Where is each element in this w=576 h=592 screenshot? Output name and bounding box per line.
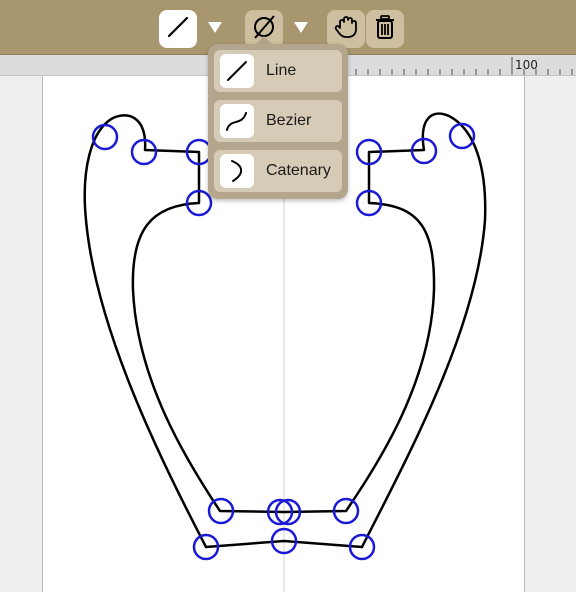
menu-item-label: Bezier bbox=[266, 112, 312, 129]
ruler-label: 100 bbox=[515, 58, 538, 72]
delete-tool-button[interactable] bbox=[366, 10, 404, 48]
chevron-down-icon[interactable] bbox=[294, 22, 308, 33]
line-icon bbox=[165, 14, 191, 45]
line-icon bbox=[220, 54, 254, 88]
hand-tool-button[interactable] bbox=[327, 10, 365, 48]
menu-item-label: Catenary bbox=[266, 162, 331, 179]
line-type-menu: Line Bezier Catenary bbox=[208, 44, 348, 199]
catenary-curve-icon bbox=[220, 154, 254, 188]
bezier-curve-icon bbox=[220, 104, 254, 138]
trash-icon bbox=[372, 14, 398, 45]
line-tool-button[interactable] bbox=[159, 10, 197, 48]
menu-item-label: Line bbox=[266, 62, 297, 79]
menu-item-catenary[interactable]: Catenary bbox=[214, 150, 342, 192]
menu-item-bezier[interactable]: Bezier bbox=[214, 100, 342, 142]
hand-icon bbox=[333, 14, 359, 45]
chevron-down-icon[interactable] bbox=[208, 22, 222, 33]
menu-item-line[interactable]: Line bbox=[214, 50, 342, 92]
